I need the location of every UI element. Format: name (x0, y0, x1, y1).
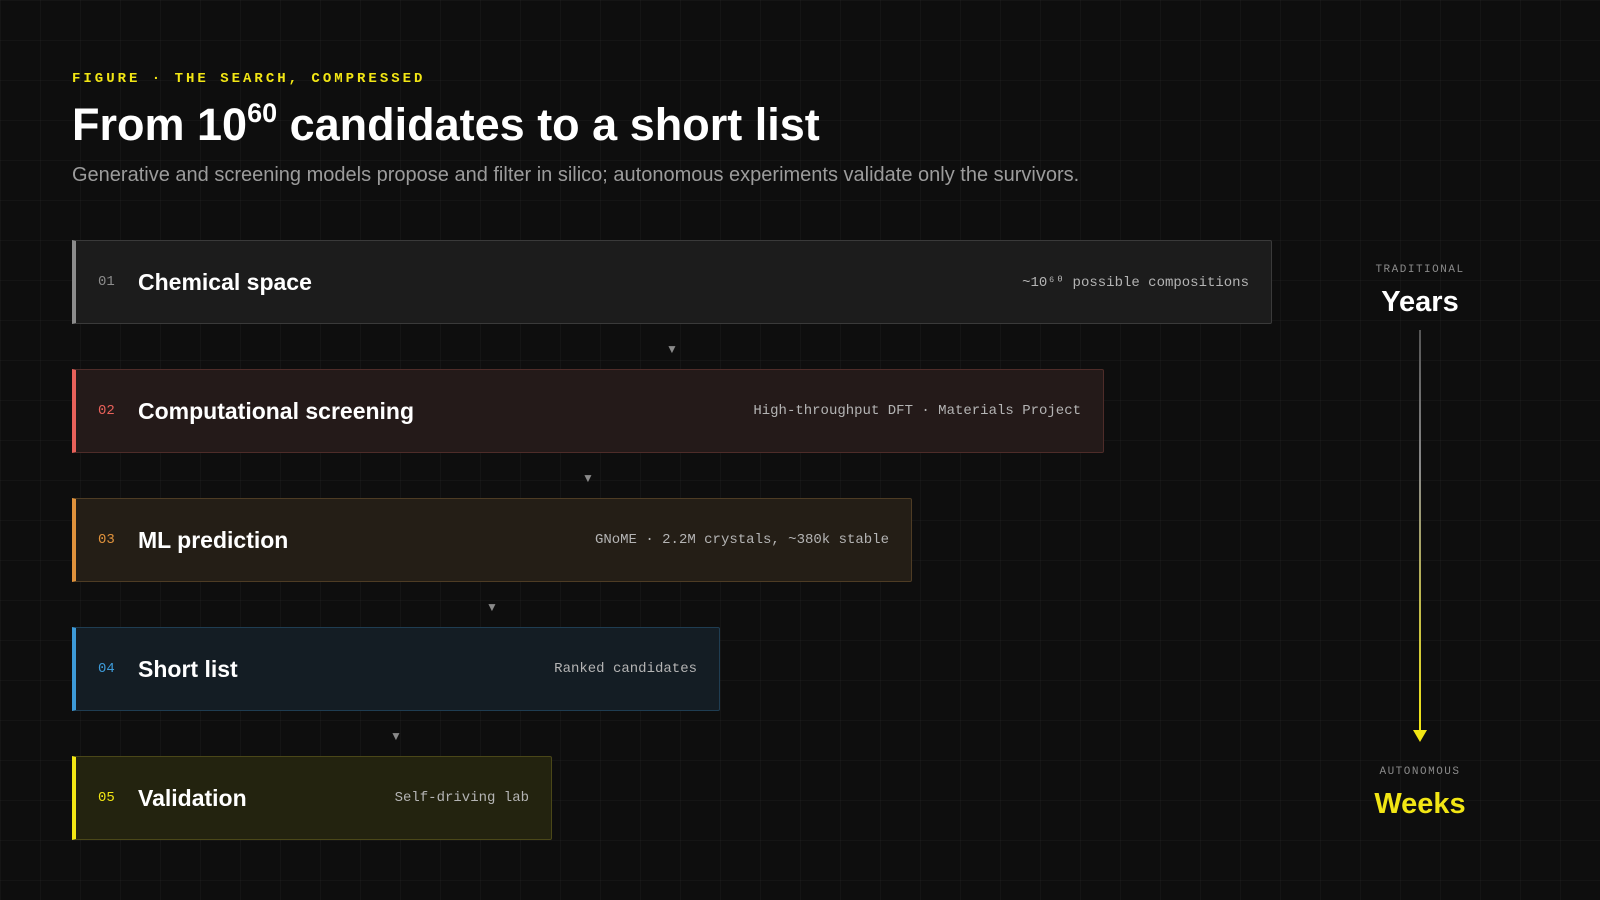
stage-note: GNoME · 2.2M crystals, ~380k stable (594, 532, 889, 548)
stage-number: 04 (98, 661, 115, 677)
stage-ml-prediction: 03 ML prediction GNoME · 2.2M crystals, … (72, 498, 912, 582)
timeline: TRADITIONAL Years AUTONOMOUS Weeks (1330, 260, 1510, 830)
stage-number: 02 (98, 403, 115, 419)
timeline-bottom-label: AUTONOMOUS (1379, 766, 1461, 778)
stage-title: ML prediction (138, 526, 289, 553)
figure-eyebrow: FIGURE · THE SEARCH, COMPRESSED (72, 71, 426, 87)
stage-number: 03 (98, 532, 115, 548)
arrow-down-icon (1413, 730, 1427, 742)
stage-title: Computational screening (138, 397, 415, 424)
stage-number: 05 (98, 790, 115, 806)
stage-short-list: 04 Short list Ranked candidates (72, 627, 720, 711)
timeline-bottom-value: Weeks (1374, 788, 1466, 820)
stage-title: Short list (138, 655, 238, 682)
timeline-top-value: Years (1381, 286, 1459, 318)
stage-title: Validation (138, 784, 247, 811)
stage-chemical-space: 01 Chemical space ~10⁶⁰ possible composi… (72, 240, 1272, 324)
stage-number: 01 (98, 274, 115, 290)
stage-validation: 05 Validation Self-driving lab (72, 756, 552, 840)
stage-note: Self-driving lab (394, 790, 529, 806)
title-suffix: candidates to a short list (277, 99, 820, 150)
down-triangle-icon: ▼ (582, 471, 594, 485)
page-title: From 1060 candidates to a short list (72, 96, 1272, 154)
timeline-line (1419, 330, 1421, 730)
down-triangle-icon: ▼ (390, 729, 402, 743)
stage-note: Ranked candidates (554, 661, 697, 677)
stage-title: Chemical space (138, 268, 312, 295)
down-triangle-icon: ▼ (486, 600, 498, 614)
down-triangle-icon: ▼ (666, 342, 678, 356)
timeline-top-label: TRADITIONAL (1375, 264, 1465, 276)
title-prefix: From 10 (72, 99, 248, 150)
figure-header: FIGURE · THE SEARCH, COMPRESSED From 106… (72, 70, 1272, 188)
stage-computational-screening: 02 Computational screening High-throughp… (72, 369, 1104, 453)
stage-note: High-throughput DFT · Materials Project (753, 403, 1081, 419)
stage-note: ~10⁶⁰ possible compositions (1022, 274, 1249, 291)
title-exponent: 60 (247, 98, 278, 128)
page-subtitle: Generative and screening models propose … (72, 164, 1080, 186)
